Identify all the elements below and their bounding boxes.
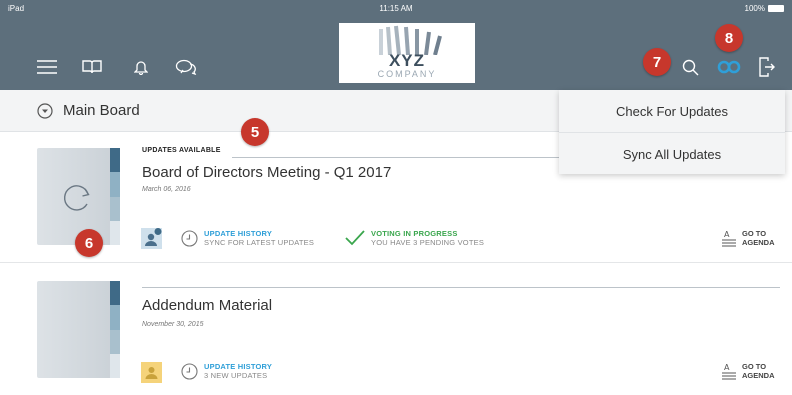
agenda-icon: A [722,363,736,380]
refresh-icon[interactable] [61,181,93,213]
app-root: iPad 11:15 AM 100% XYZ COMPANY Main Boar… [0,0,792,395]
dropdown-circle-icon[interactable] [37,103,53,119]
voting-title: VOTING IN PROGRESS [371,229,458,238]
menu-icon[interactable] [36,56,58,78]
voting-sub: YOU HAVE 3 PENDING VOTES [371,238,485,247]
search-icon[interactable] [679,56,701,78]
document-date: November 30, 2015 [142,321,204,328]
avatar[interactable] [141,362,162,383]
svg-text:A: A [724,363,730,372]
update-history-link[interactable]: UPDATE HISTORY 3 NEW UPDATES [181,362,272,380]
sync-icon[interactable] [716,56,742,78]
voting-status[interactable]: VOTING IN PROGRESS YOU HAVE 3 PENDING VO… [345,229,484,247]
book-spine [110,148,120,245]
document-title[interactable]: Addendum Material [142,297,272,314]
bell-icon[interactable] [130,56,152,78]
clock-icon [181,229,198,247]
battery-label: 100% [744,4,765,13]
updates-available-label: UPDATES AVAILABLE [142,147,221,154]
logout-icon[interactable] [756,56,778,78]
update-history-sub: SYNC FOR LATEST UPDATES [204,238,315,247]
document-row[interactable]: Addendum Material November 30, 2015 UPDA… [0,265,792,395]
svg-text:A: A [724,230,730,239]
company-logo: XYZ COMPANY [339,23,475,83]
check-for-updates-item[interactable]: Check For Updates [559,90,785,132]
top-bar: iPad 11:15 AM 100% XYZ COMPANY [0,0,792,90]
annotation-marker: 6 [75,229,103,257]
update-history-link[interactable]: UPDATE HISTORY SYNC FOR LATEST UPDATES [181,229,314,247]
logo-sub: COMPANY [377,69,437,79]
book-icon[interactable] [81,56,103,78]
sync-all-updates-item[interactable]: Sync All Updates [559,133,785,175]
battery-status: 100% [745,4,784,13]
clock-label: 11:15 AM [379,4,413,13]
logo-name: XYZ [388,51,426,70]
annotation-marker: 8 [715,24,743,52]
check-icon [345,230,365,246]
chat-icon[interactable] [175,56,197,78]
update-history-title: UPDATE HISTORY [204,229,273,238]
document-date: March 06, 2016 [142,186,191,193]
document-title[interactable]: Board of Directors Meeting - Q1 2017 [142,164,391,181]
battery-icon [768,5,784,12]
go-to-agenda-button[interactable]: A GO TO AGENDA [721,362,780,380]
go-to-agenda-label: GO TO AGENDA [742,229,775,247]
agenda-icon: A [722,230,736,247]
go-to-agenda-label: GO TO AGENDA [742,362,775,380]
avatar[interactable] [141,228,162,249]
document-cover[interactable] [37,281,120,378]
annotation-marker: 5 [241,118,269,146]
board-name[interactable]: Main Board [63,102,140,119]
annotation-marker: 7 [643,48,671,76]
divider [142,287,780,288]
book-spine [110,281,120,378]
clock-icon [181,362,198,380]
document-cover[interactable] [37,148,120,245]
update-history-title: UPDATE HISTORY [204,362,273,371]
go-to-agenda-button[interactable]: A GO TO AGENDA [721,229,780,247]
update-history-sub: 3 NEW UPDATES [204,371,268,380]
sync-dropdown-menu: Check For Updates Sync All Updates [559,90,785,174]
